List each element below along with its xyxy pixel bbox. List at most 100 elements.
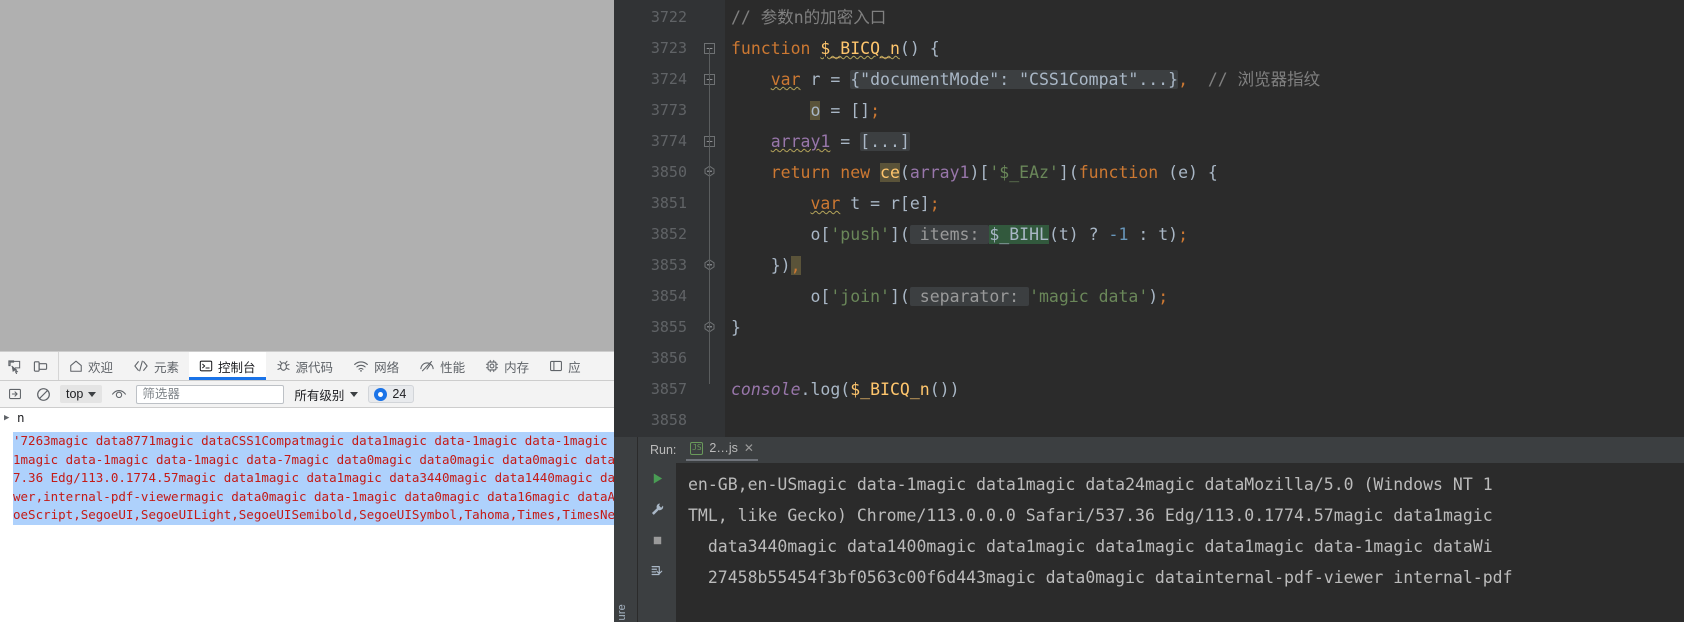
clear-console-icon[interactable] [32,383,54,405]
fold-marker[interactable]: + [699,126,725,157]
fold-marker[interactable]: − [699,33,725,64]
fold-marker[interactable] [699,374,725,405]
stop-icon[interactable] [648,531,666,549]
code-line[interactable]: console.log($_BICQ_n()) [725,374,1684,405]
console-info-badge[interactable]: 24 [368,385,415,403]
code-line[interactable]: } [725,312,1684,343]
tab-sources[interactable]: 源代码 [266,352,344,380]
code-line[interactable] [725,343,1684,374]
tab-welcome-label: 欢迎 [88,360,114,375]
run-output-line: 27458b55454f3bf0563c00f6d443magic data0m… [688,568,1513,587]
console-output[interactable]: ▶ n '7263magic data8771magic dataCSS1Com… [0,408,614,622]
code-line[interactable]: o = []; [725,95,1684,126]
scroll-to-end-icon[interactable] [648,562,666,580]
code-editor[interactable]: 3722 3723 3724 3773 3774 3850 3851 3852 3853 3854… [614,0,1684,437]
close-icon[interactable]: ✕ [744,441,754,455]
line-number: 3853 [650,256,687,274]
code-line[interactable]: o['push']( items: $_BIHL(t) ? -1 : t); [725,219,1684,250]
line-number: 3855 [650,318,687,336]
fold-guide-line [709,48,710,384]
bug-icon [276,359,291,373]
console-string-row[interactable]: '7263magic data8771magic dataCSS1Compatm… [0,432,614,525]
console-object-row[interactable]: ▶ n [0,408,614,426]
tab-network-label: 网络 [374,360,400,375]
line-number: 3850 [650,163,687,181]
fold-marker[interactable] [699,2,725,33]
code-line[interactable]: o['join']( separator: 'magic data'); [725,281,1684,312]
tab-memory-label: 内存 [504,360,530,375]
structure-side-label[interactable]: ure [616,604,628,621]
chevron-down-icon [350,391,359,397]
tab-welcome[interactable]: 欢迎 [59,352,123,380]
line-number: 3856 [650,349,687,367]
run-tabbar: Run: JS 2…js ✕ [638,437,1684,463]
run-tool-window: ure Run: JS 2…js ✕ en-GB,en-USmagic data… [614,437,1684,622]
inspect-element-icon[interactable] [2,354,26,378]
wrench-icon[interactable] [648,500,666,518]
ide-window: 3722 3723 3724 3773 3774 3850 3851 3852 3853 3854… [614,0,1684,622]
device-toolbar-icon[interactable] [28,354,52,378]
tab-performance-label: 性能 [440,360,466,375]
tab-application[interactable]: 应 [539,352,591,380]
fold-marker[interactable] [699,281,725,312]
console-sidebar-toggle-icon[interactable] [4,383,26,405]
code-line[interactable]: array1 = [...] [725,126,1684,157]
run-icon[interactable] [648,469,666,487]
console-filter-input[interactable]: 筛选器 [136,384,285,404]
line-number: 3774 [650,132,687,150]
tab-network[interactable]: 网络 [343,352,409,380]
line-number: 3773 [650,101,687,119]
info-circle-icon [374,387,388,401]
fold-marker[interactable] [699,343,725,374]
code-line[interactable]: return new ce(array1)['$_EAz'](function … [725,157,1684,188]
console-level-select[interactable]: 所有级别 [290,383,362,406]
console-context-select[interactable]: top [60,385,103,403]
editor-code-area[interactable]: // 参数n的加密入口 function $_BICQ_n() { var r =… [725,0,1684,437]
code-line[interactable]: // 参数n的加密入口 [725,2,1684,33]
fold-marker[interactable] [699,157,725,188]
run-output[interactable]: en-GB,en-USmagic data-1magic data1magic … [676,463,1684,622]
line-number: 3851 [650,194,687,212]
console-string-line-5: oeScript,SegoeUI,SegoeUILight,SegoeUISem… [13,506,614,525]
tab-elements-label: 元素 [154,360,180,375]
code-line[interactable]: function $_BICQ_n() { [725,33,1684,64]
code-line[interactable]: }), [725,250,1684,281]
devtools-left-buttons [0,352,59,380]
run-tool-column [638,463,676,622]
code-brackets-icon [133,359,149,373]
run-output-line: data3440magic data1400magic data1magic d… [688,537,1493,556]
fold-marker[interactable]: + [699,64,725,95]
chip-icon [485,359,499,373]
tab-application-label: 应 [568,360,581,375]
live-expression-eye-icon[interactable] [108,383,130,405]
wifi-icon [353,359,369,373]
console-string-line-1: '7263magic data8771magic dataCSS1Compatm… [13,432,614,451]
tab-console[interactable]: 控制台 [189,352,266,380]
code-line[interactable] [725,405,1684,436]
code-line[interactable]: var r = {"documentMode": "CSS1Compat"...… [725,64,1684,95]
line-number: 3854 [650,287,687,305]
run-body: en-GB,en-USmagic data-1magic data1magic … [638,463,1684,622]
desktop-empty-area [0,0,614,351]
tab-elements[interactable]: 元素 [123,352,189,380]
code-line[interactable]: var t = r[e]; [725,188,1684,219]
fold-marker[interactable] [699,405,725,436]
fold-marker[interactable] [699,219,725,250]
screen-root: 欢迎 元素 控制台 源代码 网络 性能 内存 应 top 筛选器 所有级别 24… [0,0,1684,622]
expand-triangle-icon[interactable]: ▶ [4,410,17,426]
run-tab-item[interactable]: JS 2…js ✕ [686,439,758,461]
fold-marker[interactable] [699,188,725,219]
tab-memory[interactable]: 内存 [475,352,539,380]
line-number: 3724 [650,70,687,88]
console-terminal-icon [199,359,213,373]
fold-marker[interactable] [699,95,725,126]
editor-fold-column[interactable]: −++ [699,0,725,437]
tab-performance[interactable]: 性能 [409,352,475,380]
run-output-line: en-GB,en-USmagic data-1magic data1magic … [688,475,1493,494]
fold-marker[interactable] [699,312,725,343]
tab-sources-label: 源代码 [295,360,334,375]
fold-marker[interactable] [699,250,725,281]
run-tab-name: 2…js [709,441,738,455]
console-object-value: n [17,410,25,425]
editor-line-numbers: 3722 3723 3724 3773 3774 3850 3851 3852 3853 3854… [614,0,699,437]
